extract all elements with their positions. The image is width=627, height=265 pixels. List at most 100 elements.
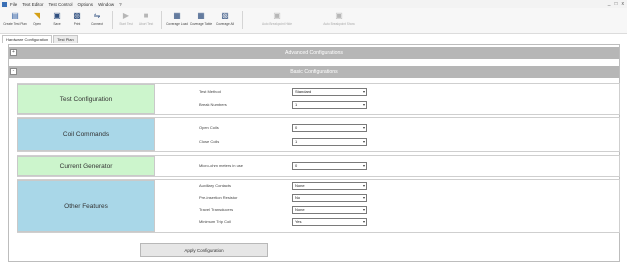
- chevron-down-icon: ▾: [362, 195, 365, 200]
- basic-configurations-title: Basic Configurations: [290, 69, 338, 75]
- current-generator-label: Current Generator: [17, 156, 155, 176]
- create-test-plan-label: Create Test Plan: [3, 22, 27, 26]
- test-method-label: Test Method: [199, 89, 221, 94]
- expand-toggle-icon[interactable]: +: [10, 49, 17, 56]
- micro-ohm-meters-select[interactable]: 0 ▾: [292, 162, 367, 170]
- chevron-down-icon: ▾: [362, 139, 365, 144]
- coverage-all-button[interactable]: ▧ Coverage All: [214, 11, 236, 26]
- travel-transducers-label: Travel Transducers: [199, 207, 234, 212]
- close-coils-select[interactable]: 1 ▾: [292, 138, 367, 146]
- close-coils-label: Close Coils: [199, 139, 220, 144]
- menu-text-editor[interactable]: Text Editor: [22, 2, 43, 7]
- basic-configurations-header[interactable]: - Basic Configurations: [9, 66, 619, 78]
- test-configuration-label: Test Configuration: [17, 84, 155, 114]
- break-numbers-label: Break Numbers: [199, 102, 227, 107]
- save-label: Save: [53, 22, 61, 26]
- auxiliary-contacts-select[interactable]: None ▾: [292, 182, 367, 190]
- maximize-button[interactable]: □: [614, 1, 617, 7]
- menu-help[interactable]: ?: [119, 2, 122, 7]
- configuration-panel: + Advanced Configurations - Basic Config…: [8, 44, 620, 262]
- auto-breakpoint-show-label: Auto Breakpoint Show: [323, 22, 355, 26]
- break-numbers-value: 1: [295, 102, 298, 107]
- auxiliary-contacts-value: None: [295, 183, 305, 188]
- print-icon: ▩: [73, 11, 81, 20]
- coverage-table-button[interactable]: ▦ Coverage Table: [190, 11, 212, 26]
- apply-configuration-button[interactable]: Apply Configuration: [140, 243, 268, 257]
- break-numbers-select[interactable]: 1 ▾: [292, 101, 367, 109]
- pre-insertion-resistor-label: Pre-insertion Resistor: [199, 195, 238, 200]
- connect-icon: ⇋: [93, 11, 101, 20]
- open-coils-value: 0: [295, 125, 298, 130]
- chevron-down-icon: ▾: [362, 102, 365, 107]
- auto-breakpoint-hide-button[interactable]: ▣ Auto Breakpoint Hide: [247, 11, 307, 26]
- chevron-down-icon: ▾: [362, 183, 365, 188]
- toolbar-separator: [112, 11, 113, 29]
- micro-ohm-meters-value: 0: [295, 163, 298, 168]
- open-button[interactable]: ◥ Open: [28, 11, 46, 26]
- connect-label: Connect: [91, 22, 103, 26]
- test-method-value: Standard: [295, 89, 312, 94]
- pre-insertion-resistor-value: No: [295, 195, 301, 200]
- pre-insertion-resistor-select[interactable]: No ▾: [292, 194, 367, 202]
- travel-transducers-value: None: [295, 207, 305, 212]
- minimum-trip-coil-select[interactable]: Yes ▾: [292, 218, 367, 226]
- save-button[interactable]: ▣ Save: [48, 11, 66, 26]
- print-label: Print: [73, 22, 81, 26]
- create-test-plan-button[interactable]: ▤ Create Test Plan: [3, 11, 27, 26]
- close-button[interactable]: x: [622, 1, 625, 7]
- abort-test-button[interactable]: ■ Abort Test: [137, 11, 155, 26]
- auto-breakpoint-show-button[interactable]: ▣ Auto Breakpoint Show: [309, 11, 369, 26]
- close-coils-value: 1: [295, 139, 298, 144]
- chevron-down-icon: ▾: [362, 207, 365, 212]
- collapse-toggle-icon[interactable]: -: [10, 68, 17, 75]
- coil-commands-label: Coil Commands: [17, 118, 155, 151]
- menu-window[interactable]: Window: [98, 2, 114, 7]
- menu-file[interactable]: File: [10, 2, 17, 7]
- chevron-down-icon: ▾: [362, 163, 365, 168]
- print-button[interactable]: ▩ Print: [68, 11, 86, 26]
- menu-bar: File Text Editor Test Control Options Wi…: [0, 0, 627, 8]
- chevron-down-icon: ▾: [362, 89, 365, 94]
- app-logo-icon: [2, 1, 7, 7]
- chevron-down-icon: ▾: [362, 219, 365, 224]
- minimum-trip-coil-value: Yes: [295, 219, 302, 224]
- minimize-button[interactable]: _: [608, 1, 611, 7]
- chevron-down-icon: ▾: [362, 125, 365, 130]
- open-coils-label: Open Coils: [199, 125, 219, 130]
- window-controls: _ □ x: [608, 0, 624, 8]
- open-label: Open: [33, 22, 41, 26]
- document-tabs: Hardware Configuration Test Plan: [0, 35, 79, 43]
- toolbar-separator: [242, 11, 243, 29]
- play-icon: ▶: [122, 11, 130, 20]
- coverage-table-icon: ▦: [197, 11, 205, 20]
- start-test-button[interactable]: ▶ Start Test: [117, 11, 135, 26]
- test-method-select[interactable]: Standard ▾: [292, 88, 367, 96]
- travel-transducers-select[interactable]: None ▾: [292, 206, 367, 214]
- menu-options[interactable]: Options: [78, 2, 94, 7]
- coverage-load-icon: ▦: [173, 11, 181, 20]
- coverage-all-label: Coverage All: [215, 22, 235, 26]
- start-test-label: Start Test: [119, 22, 133, 26]
- breakpoint-icon: ▣: [273, 11, 281, 20]
- coverage-all-icon: ▧: [221, 11, 229, 20]
- toolbar: ▤ Create Test Plan ◥ Open ▣ Save ▩ Print…: [0, 8, 627, 34]
- abort-test-label: Abort Test: [138, 22, 154, 26]
- menu-test-control[interactable]: Test Control: [49, 2, 73, 7]
- minimum-trip-coil-label: Minimum Trip Coil: [199, 219, 232, 224]
- stop-icon: ■: [143, 11, 149, 20]
- tab-hardware-configuration[interactable]: Hardware Configuration: [2, 35, 53, 43]
- coverage-table-label: Coverage Table: [189, 22, 213, 26]
- advanced-configurations-header[interactable]: + Advanced Configurations: [9, 47, 619, 59]
- tab-test-plan[interactable]: Test Plan: [53, 35, 78, 43]
- open-folder-icon: ◥: [33, 11, 41, 20]
- toolbar-separator: [161, 11, 162, 29]
- new-file-icon: ▤: [11, 11, 19, 20]
- open-coils-select[interactable]: 0 ▾: [292, 124, 367, 132]
- save-icon: ▣: [53, 11, 61, 20]
- advanced-configurations-title: Advanced Configurations: [285, 50, 343, 56]
- coverage-load-button[interactable]: ▦ Coverage Load: [166, 11, 188, 26]
- other-features-label: Other Features: [17, 180, 155, 232]
- breakpoint-show-icon: ▣: [335, 11, 343, 20]
- connect-button[interactable]: ⇋ Connect: [88, 11, 106, 26]
- coverage-load-label: Coverage Load: [166, 22, 188, 26]
